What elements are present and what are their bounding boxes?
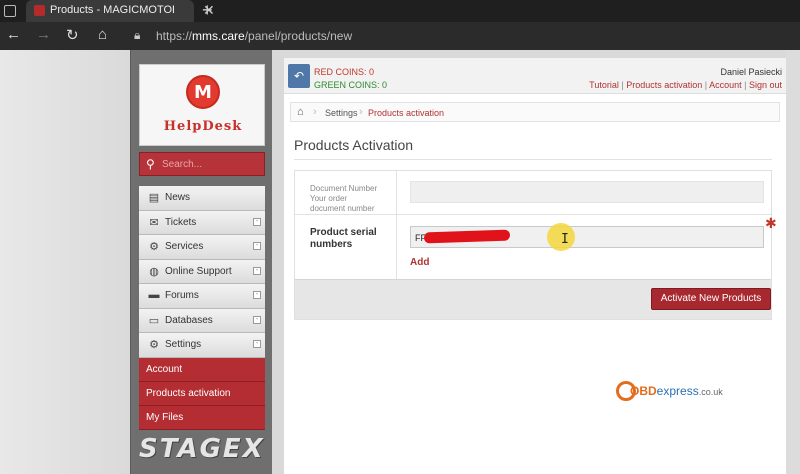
tutorial-link[interactable]: Tutorial xyxy=(589,80,619,90)
sidebar-item-label: Tickets xyxy=(165,216,197,228)
chat-icon: ▬ xyxy=(148,289,160,301)
sidebar-item-label: Forums xyxy=(165,290,199,301)
envelope-icon: ✉ xyxy=(149,216,159,229)
account-link[interactable]: Account xyxy=(709,80,742,90)
sidebar-item-online-support[interactable]: ◍ Online Support - xyxy=(139,259,265,284)
sidebar-item-news[interactable]: ▤ News xyxy=(139,186,265,211)
sidebar-subitem-products-activation[interactable]: Products activation xyxy=(139,381,265,406)
search-input[interactable] xyxy=(162,157,260,172)
watermark-express: express xyxy=(656,384,699,398)
serial-number-label-line: numbers xyxy=(310,239,353,250)
document-number-label-line: Document Number xyxy=(310,184,378,193)
watermark-text: OBDexpress.co.uk xyxy=(630,384,723,398)
document-number-label: Document Number Your order document numb… xyxy=(310,184,377,214)
add-serial-link[interactable]: Add xyxy=(410,257,429,268)
url-path: /panel/products/new xyxy=(244,29,353,43)
url-prefix: https:// xyxy=(156,29,193,43)
sidebar: M HelpDesk ⚲ ▤ News ✉ Tickets - ⚙ Servic… xyxy=(130,50,272,474)
home-icon[interactable]: ⌂ xyxy=(297,106,304,118)
new-tab-icon[interactable]: + xyxy=(202,0,213,21)
document-number-field[interactable] xyxy=(410,181,764,203)
main-panel: ↶ RED COINS: 0 GREEN COINS: 0 Daniel Pas… xyxy=(284,58,786,474)
sidebar-subitem-label: My Files xyxy=(146,411,184,423)
watermark-domain: .co.uk xyxy=(698,387,723,397)
expand-icon[interactable]: - xyxy=(253,266,261,275)
document-number-row: Document Number Your order document numb… xyxy=(295,171,771,215)
page-title: Products Activation xyxy=(294,137,414,153)
sidebar-item-settings[interactable]: ⚙ Settings - xyxy=(139,333,265,358)
home-icon[interactable]: ⌂ xyxy=(98,26,107,43)
activate-new-products-button[interactable]: Activate New Products xyxy=(651,288,771,310)
collapse-icon[interactable]: - xyxy=(253,340,261,348)
user-name: Daniel Pasiecki xyxy=(720,67,782,77)
green-coins-counter: GREEN COINS: 0 xyxy=(314,80,388,90)
sidebar-subitem-label: Account xyxy=(146,363,183,375)
sidebar-item-databases[interactable]: ▭ Databases - xyxy=(139,308,265,333)
breadcrumb-current[interactable]: Products activation xyxy=(368,108,444,118)
browser-tab[interactable]: Products - MAGICMOTORSPORT ✕ xyxy=(26,0,215,22)
sidebar-subitem-account[interactable]: Account xyxy=(139,357,265,382)
helpdesk-logo[interactable]: M HelpDesk xyxy=(139,64,265,146)
sidebar-subitem-my-files[interactable]: My Files xyxy=(139,405,265,430)
sidebar-item-label: Online Support xyxy=(165,265,232,277)
document-number-label-line: document number xyxy=(310,204,375,213)
window-menu-icon[interactable] xyxy=(4,5,16,17)
sidebar-menu: ▤ News ✉ Tickets - ⚙ Services - ◍ Online… xyxy=(139,186,265,430)
sidebar-item-tickets[interactable]: ✉ Tickets - xyxy=(139,210,265,235)
stagex-logo: STAGEX xyxy=(139,434,265,464)
expand-icon[interactable]: - xyxy=(253,242,261,250)
browser-tab-bar: Products - MAGICMOTORSPORT ✕ + xyxy=(0,0,800,22)
folder-icon: ▭ xyxy=(148,314,160,327)
document-number-label-line: Your order xyxy=(310,194,348,203)
sidebar-item-forums[interactable]: ▬ Forums - xyxy=(139,284,265,309)
search-box[interactable]: ⚲ xyxy=(139,152,265,176)
page-background-right xyxy=(786,50,800,474)
chevron-right-icon: › xyxy=(359,106,363,118)
back-button[interactable]: ↶ xyxy=(288,64,310,88)
search-icon: ⚲ xyxy=(146,157,155,171)
sidebar-item-label: News xyxy=(165,192,191,203)
tab-favicon-icon xyxy=(34,5,45,16)
url-field[interactable]: https://mms.care/panel/products/new xyxy=(156,29,352,43)
expand-icon[interactable]: - xyxy=(253,291,261,299)
gear-icon: ⚙ xyxy=(149,339,159,351)
logo-m-icon: M xyxy=(186,75,220,109)
serial-number-label: Product serial numbers xyxy=(310,227,377,251)
rss-icon: ▤ xyxy=(148,192,160,204)
sidebar-item-label: Services xyxy=(165,241,204,252)
expand-icon[interactable]: - xyxy=(253,217,261,226)
tab-title: Products - MAGICMOTORSPORT xyxy=(50,4,174,16)
sidebar-item-services[interactable]: ⚙ Services - xyxy=(139,235,265,260)
url-domain: mms.care xyxy=(192,29,245,43)
gear-icon: ⚙ xyxy=(149,241,159,253)
back-arrow-icon[interactable]: ← xyxy=(6,26,21,43)
top-links: Tutorial | Products activation | Account… xyxy=(589,80,782,90)
globe-icon: ◍ xyxy=(149,265,159,278)
serial-number-label-line: Product serial xyxy=(310,227,377,238)
required-star-icon: ✱ xyxy=(765,215,777,231)
reload-icon[interactable]: ↻ xyxy=(66,26,79,44)
expand-icon[interactable]: - xyxy=(253,315,261,324)
text-cursor-icon: I xyxy=(561,232,569,247)
back-icon: ↶ xyxy=(293,69,305,83)
account-topbar: ↶ RED COINS: 0 GREEN COINS: 0 Daniel Pas… xyxy=(284,58,786,94)
page-background-left xyxy=(0,50,130,474)
chevron-right-icon: › xyxy=(313,106,317,118)
address-bar: ← → ↻ ⌂ 🔒︎ https://mms.care/panel/produc… xyxy=(0,22,800,50)
breadcrumb-settings[interactable]: Settings xyxy=(325,108,358,118)
form-footer: Activate New Products xyxy=(295,279,771,319)
logo-text: HelpDesk xyxy=(163,119,243,134)
sidebar-item-label: Databases xyxy=(165,314,213,326)
sidebar-item-label: Settings xyxy=(165,339,202,350)
red-coins-counter: RED COINS: 0 xyxy=(314,67,375,77)
forward-arrow-icon[interactable]: → xyxy=(36,26,51,43)
activation-form: Document Number Your order document numb… xyxy=(294,170,777,320)
sign-out-link[interactable]: Sign out xyxy=(749,80,782,90)
divider xyxy=(294,159,772,160)
products-activation-link[interactable]: Products activation xyxy=(626,80,702,90)
breadcrumb: ⌂ › Settings › Products activation xyxy=(290,102,780,122)
watermark-obd: OBD xyxy=(630,384,657,398)
lock-icon: 🔒︎ xyxy=(134,28,141,42)
sidebar-subitem-label: Products activation xyxy=(146,387,231,399)
